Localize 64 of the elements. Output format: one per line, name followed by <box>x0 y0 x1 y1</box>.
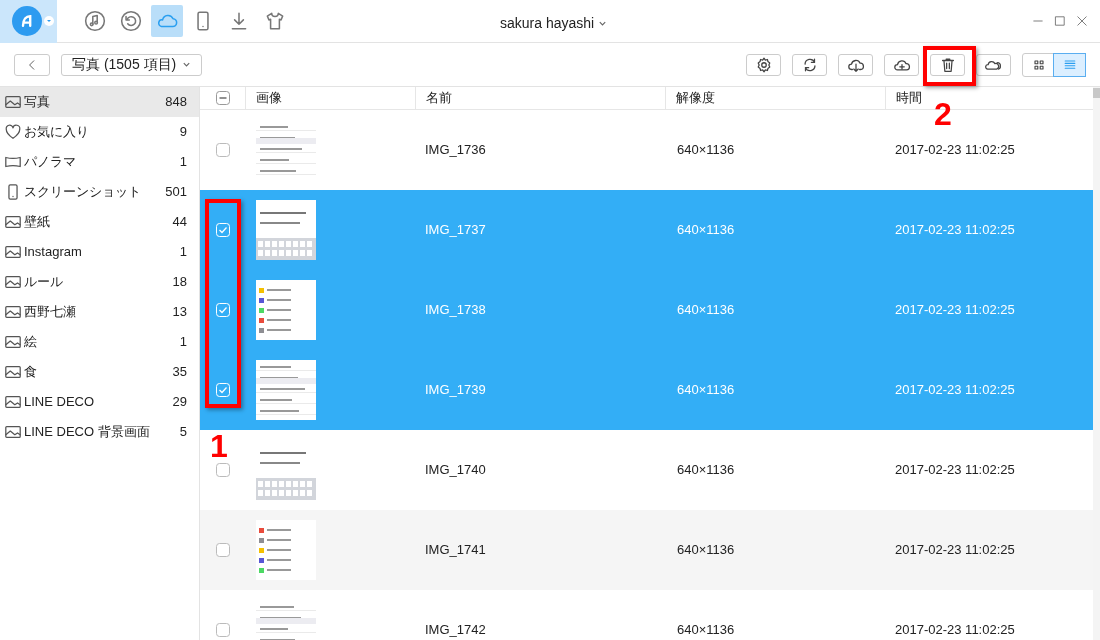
caret-icon[interactable] <box>44 16 54 26</box>
table-cell: 640×1136 <box>677 382 735 398</box>
highlight-frame <box>923 46 976 86</box>
table-cell: IMG_1739 <box>425 382 486 398</box>
chevron-down-icon <box>598 19 608 28</box>
table-cell: IMG_1740 <box>425 462 486 478</box>
image-icon <box>4 393 22 411</box>
select-all-checkbox[interactable] <box>215 91 230 105</box>
image-icon <box>4 363 22 381</box>
maximize-icon <box>1054 15 1066 27</box>
row-checkbox[interactable] <box>215 463 230 477</box>
table-cell: IMG_1738 <box>425 302 486 318</box>
restore-icon <box>120 10 142 32</box>
trash-button[interactable] <box>930 53 965 76</box>
table-cell: IMG_1741 <box>425 542 486 558</box>
account-menu[interactable]: sakura hayashi <box>500 13 608 34</box>
table-cell: 640×1136 <box>677 142 735 158</box>
settings-button[interactable] <box>746 53 781 76</box>
image-icon <box>4 303 22 321</box>
row-checkbox[interactable] <box>215 143 230 157</box>
cloud-download-button[interactable] <box>838 53 873 76</box>
table-cell: IMG_1737 <box>425 222 486 238</box>
album-item[interactable]: 写真 848 <box>0 87 199 117</box>
image-icon <box>4 273 22 291</box>
step-number: 1 <box>210 430 228 462</box>
close-icon <box>1076 15 1088 27</box>
app-logo[interactable] <box>12 6 42 36</box>
column-header[interactable]: 時間 <box>896 88 922 108</box>
column-header[interactable]: 画像 <box>256 88 282 108</box>
image-icon <box>4 333 22 351</box>
sync-button[interactable] <box>792 53 827 76</box>
table-cell: 2017-02-23 11:02:25 <box>895 222 1015 238</box>
row-checkbox[interactable] <box>215 623 230 637</box>
image-icon <box>4 243 22 261</box>
table-cell: IMG_1742 <box>425 622 486 638</box>
scrollbar-thumb[interactable] <box>1093 88 1100 98</box>
table-row[interactable]: IMG_1741 640×1136 2017-02-23 11:02:25 <box>200 510 1093 590</box>
row-checkbox[interactable] <box>215 543 230 557</box>
table-cell: 2017-02-23 11:02:25 <box>895 302 1015 318</box>
album-dropdown[interactable]: 写真 (1505 項目) <box>61 53 203 76</box>
clouds-button[interactable] <box>976 53 1011 76</box>
table-cell: 2017-02-23 11:02:25 <box>895 542 1015 558</box>
shirt-icon <box>264 10 286 32</box>
table-cell: 2017-02-23 11:02:25 <box>895 622 1015 638</box>
heart-icon <box>4 123 22 141</box>
column-header[interactable]: 名前 <box>426 88 452 108</box>
table-cell: 640×1136 <box>677 542 735 558</box>
table-cell: IMG_1736 <box>425 142 486 158</box>
chevron-down-icon <box>182 60 192 69</box>
table-cell: 2017-02-23 11:02:25 <box>895 142 1015 158</box>
back-button[interactable] <box>14 53 50 76</box>
table-cell: 2017-02-23 11:02:25 <box>895 382 1015 398</box>
table-cell: 2017-02-23 11:02:25 <box>895 462 1015 478</box>
table-cell: 640×1136 <box>677 622 735 638</box>
image-icon <box>4 423 22 441</box>
music-icon <box>84 10 106 32</box>
nav-tab[interactable] <box>151 5 183 37</box>
column-header[interactable]: 解像度 <box>676 88 715 108</box>
table-cell: 640×1136 <box>677 462 735 478</box>
table-cell: 640×1136 <box>677 222 735 238</box>
cloud-upload-button[interactable] <box>884 53 919 76</box>
table-cell: 640×1136 <box>677 302 735 318</box>
image-icon <box>4 93 22 111</box>
image-icon <box>4 213 22 231</box>
